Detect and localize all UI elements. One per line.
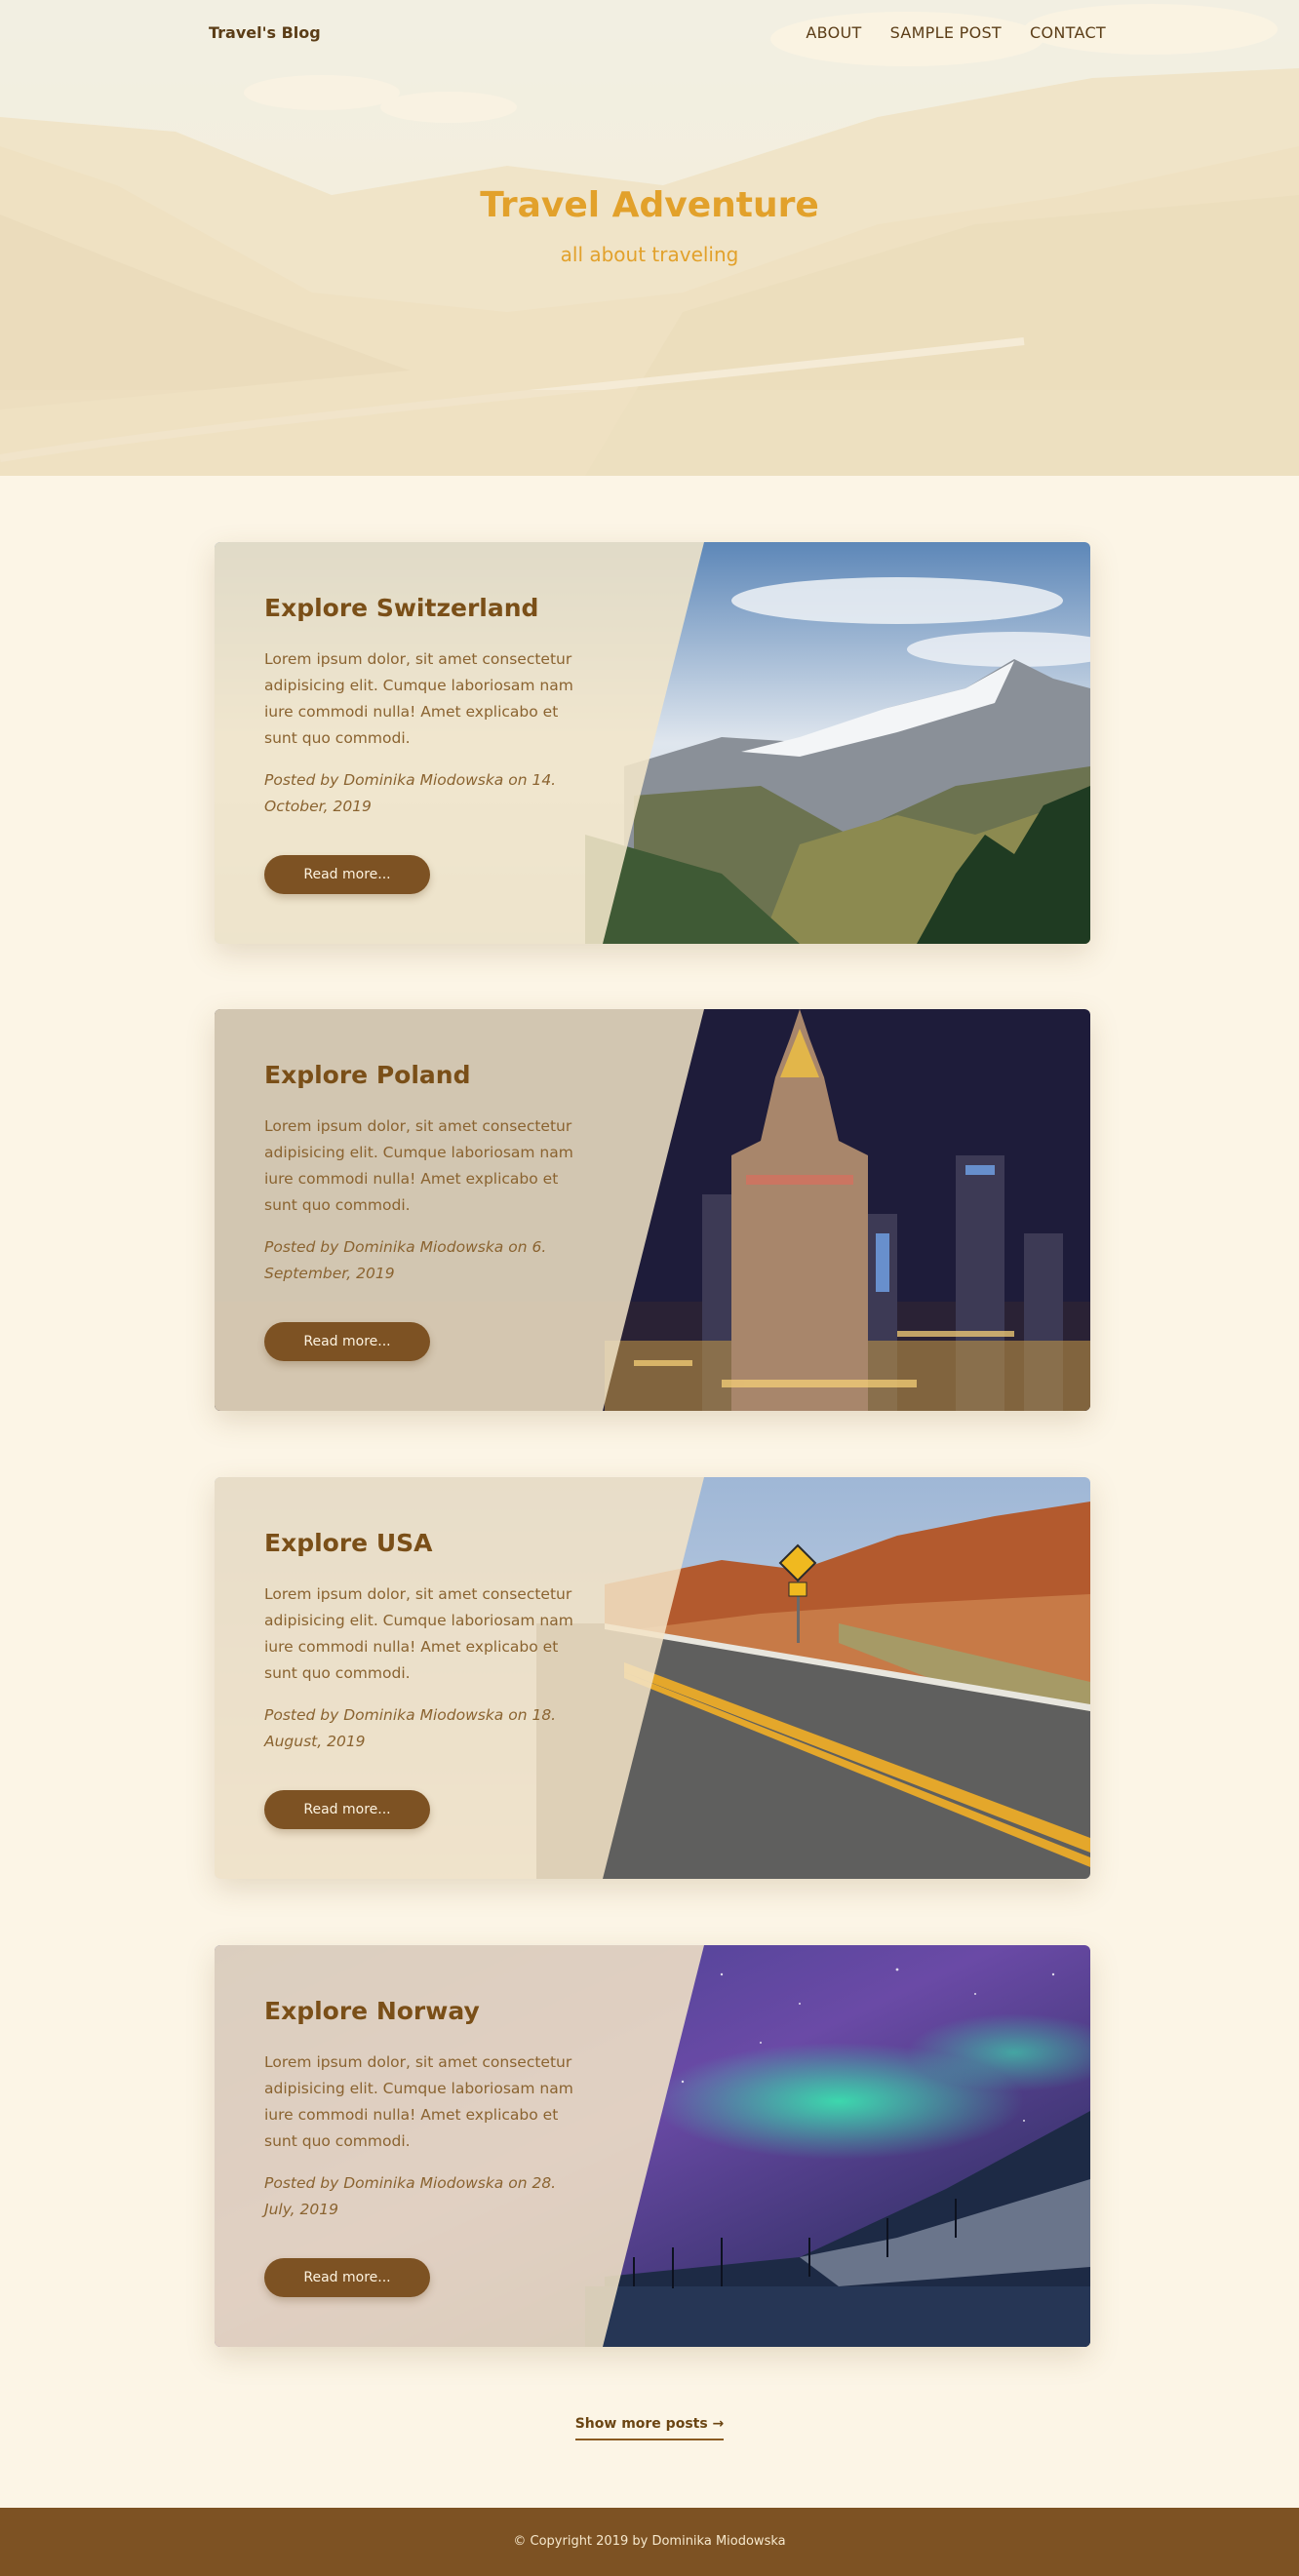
- post-title[interactable]: Explore Poland: [264, 1061, 606, 1094]
- brand-logo[interactable]: Travel's Blog: [209, 23, 321, 42]
- post-meta: Posted by Dominika Miodowska on 18. Augu…: [264, 1706, 557, 1750]
- nav-link-sample-post[interactable]: SAMPLE POST: [890, 23, 1002, 42]
- copyright-text: © Copyright 2019 by Dominika Miodowska: [513, 2534, 786, 2549]
- post-meta: Posted by Dominika Miodowska on 14. Octo…: [264, 771, 557, 815]
- more-posts-container: Show more posts →: [0, 2413, 1299, 2440]
- nav-links: ABOUT SAMPLE POST CONTACT: [806, 23, 1106, 42]
- post-card-usa: Explore USA Lorem ipsum dolor, sit amet …: [215, 1477, 1090, 1879]
- nav-link-about[interactable]: ABOUT: [806, 23, 861, 42]
- read-more-button[interactable]: Read more...: [264, 2258, 430, 2297]
- post-card-switzerland: Explore Switzerland Lorem ipsum dolor, s…: [215, 542, 1090, 944]
- read-more-button[interactable]: Read more...: [264, 1790, 430, 1829]
- post-excerpt: Lorem ipsum dolor, sit amet consectetur …: [264, 650, 573, 747]
- show-more-posts-link[interactable]: Show more posts →: [574, 2416, 725, 2440]
- top-navigation: Travel's Blog ABOUT SAMPLE POST CONTACT: [0, 0, 1299, 70]
- post-meta: Posted by Dominika Miodowska on 28. July…: [264, 2174, 557, 2218]
- nav-link-contact[interactable]: CONTACT: [1030, 23, 1106, 42]
- post-title[interactable]: Explore USA: [264, 1529, 606, 1562]
- page-title: Travel Adventure: [480, 185, 819, 225]
- post-card-norway: Explore Norway Lorem ipsum dolor, sit am…: [215, 1945, 1090, 2347]
- page-subtitle: all about traveling: [560, 243, 739, 266]
- post-card-poland: Explore Poland Lorem ipsum dolor, sit am…: [215, 1009, 1090, 1411]
- site-footer: © Copyright 2019 by Dominika Miodowska: [0, 2508, 1299, 2576]
- post-excerpt: Lorem ipsum dolor, sit amet consectetur …: [264, 1585, 573, 1682]
- read-more-button[interactable]: Read more...: [264, 1322, 430, 1361]
- hero-overlay: [0, 0, 1299, 476]
- post-title[interactable]: Explore Norway: [264, 1997, 606, 2030]
- post-excerpt: Lorem ipsum dolor, sit amet consectetur …: [264, 1117, 573, 1214]
- read-more-button[interactable]: Read more...: [264, 855, 430, 894]
- post-excerpt: Lorem ipsum dolor, sit amet consectetur …: [264, 2053, 573, 2150]
- post-title[interactable]: Explore Switzerland: [264, 594, 606, 627]
- post-meta: Posted by Dominika Miodowska on 6. Septe…: [264, 1238, 547, 1282]
- hero-header: Travel's Blog ABOUT SAMPLE POST CONTACT …: [0, 0, 1299, 476]
